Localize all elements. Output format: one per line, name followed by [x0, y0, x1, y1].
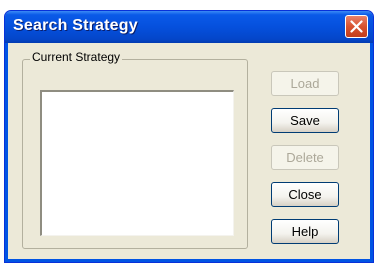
close-window-button[interactable]	[345, 15, 368, 38]
load-button[interactable]: Load	[271, 71, 339, 96]
window-title: Search Strategy	[13, 17, 138, 34]
save-button[interactable]: Save	[271, 108, 339, 133]
strategy-list[interactable]	[40, 90, 234, 236]
close-button[interactable]: Close	[271, 182, 339, 207]
dialog-window: Search Strategy Current Strategy Load Sa…	[4, 10, 374, 263]
dialog-client-area: Current Strategy Load Save Delete Close …	[8, 43, 370, 259]
help-button[interactable]: Help	[271, 219, 339, 244]
title-bar[interactable]: Search Strategy	[5, 11, 373, 43]
close-icon	[350, 20, 363, 33]
delete-button[interactable]: Delete	[271, 145, 339, 170]
current-strategy-label: Current Strategy	[30, 50, 123, 64]
